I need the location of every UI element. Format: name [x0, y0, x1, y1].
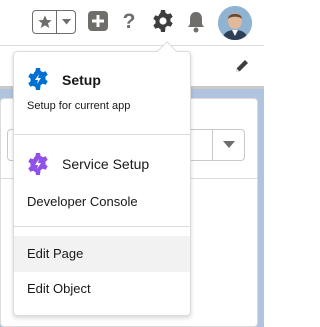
edit-page-label: Edit Page [27, 246, 84, 261]
menu-item-setup[interactable]: Setup Setup for current app [14, 52, 190, 132]
menu-divider [14, 226, 190, 227]
favorites-button[interactable] [33, 11, 58, 33]
notifications-button[interactable] [186, 11, 206, 33]
plus-icon [92, 15, 104, 27]
user-avatar[interactable] [218, 6, 252, 40]
service-gear-icon [28, 153, 48, 175]
chevron-down-icon [222, 141, 235, 148]
setup-title: Setup [62, 72, 101, 88]
bell-icon [188, 12, 204, 33]
pencil-icon[interactable] [234, 58, 250, 74]
service-setup-label: Service Setup [62, 156, 150, 172]
setup-gear-icon [28, 68, 48, 90]
star-icon [38, 15, 52, 28]
menu-divider [14, 134, 190, 135]
favorites-button-group[interactable] [32, 10, 76, 34]
favorites-list-button[interactable] [57, 11, 75, 33]
menu-item-service-setup[interactable]: Service Setup [14, 144, 190, 184]
select-dropdown-button[interactable] [212, 130, 244, 160]
help-button[interactable]: ? [119, 10, 139, 33]
gear-icon [153, 10, 173, 32]
avatar-image [218, 6, 252, 40]
help-icon: ? [122, 10, 136, 33]
setup-subtitle: Setup for current app [27, 100, 131, 112]
developer-console-label: Developer Console [27, 194, 138, 209]
setup-menu: Setup Setup for current app Service Setu… [13, 51, 191, 316]
menu-item-edit-object[interactable]: Edit Object [14, 272, 190, 308]
chevron-down-icon [61, 19, 71, 25]
global-actions-button[interactable] [88, 11, 108, 31]
menu-item-developer-console[interactable]: Developer Console [14, 184, 190, 220]
edit-object-label: Edit Object [27, 281, 91, 296]
menu-item-edit-page[interactable]: Edit Page [14, 236, 190, 272]
setup-button[interactable] [151, 9, 175, 33]
